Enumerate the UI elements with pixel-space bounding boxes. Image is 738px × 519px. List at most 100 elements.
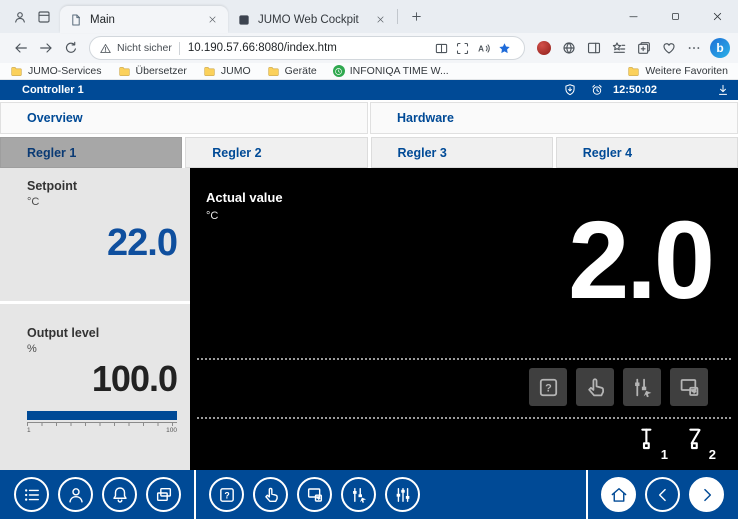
- output-level-unit: %: [27, 343, 177, 355]
- sidebar-icon[interactable]: [581, 36, 606, 60]
- output-level-bar: [27, 411, 177, 420]
- screens-overview-button[interactable]: [146, 477, 181, 512]
- copilot-icon[interactable]: b: [710, 38, 730, 58]
- screen-select-button[interactable]: [670, 368, 708, 406]
- tab-title: Main: [90, 14, 204, 26]
- actual-value: 2.0: [568, 206, 712, 316]
- tab-close-icon[interactable]: [372, 12, 388, 28]
- browser-tab-main[interactable]: Main: [60, 6, 228, 33]
- read-aloud-icon[interactable]: A: [473, 38, 494, 58]
- parameter-button[interactable]: [623, 368, 661, 406]
- previous-screen-button[interactable]: [645, 477, 680, 512]
- manual-mode-toolbar-button[interactable]: [253, 477, 288, 512]
- bookmark-folder-jumo-services[interactable]: JUMO-Services: [10, 65, 102, 78]
- tab-separator: [397, 9, 398, 24]
- setpoint-unit: °C: [27, 196, 177, 208]
- tab-title: JUMO Web Cockpit: [258, 14, 372, 26]
- output-level-scale-labels: 1 100: [27, 427, 177, 434]
- parameter-toolbar-button[interactable]: [341, 477, 376, 512]
- app-title: Controller 1: [22, 84, 84, 96]
- actual-value-label: Actual value: [206, 190, 283, 205]
- bookmark-folder-jumo[interactable]: JUMO: [203, 65, 251, 78]
- page-favicon: [68, 12, 83, 27]
- collapse-arrow-icon[interactable]: [716, 83, 730, 97]
- controller-tabs: Regler 1 Regler 2 Regler 3 Regler 4: [0, 137, 738, 168]
- browser-tab-cockpit[interactable]: JUMO Web Cockpit: [228, 6, 396, 33]
- home-button[interactable]: [601, 477, 636, 512]
- page-favicon: [236, 12, 251, 27]
- tab-hardware[interactable]: Hardware: [370, 102, 738, 134]
- not-secure-warning-icon: [99, 42, 112, 55]
- tab-strip: Main JUMO Web Cockpit: [60, 0, 428, 33]
- tab-regler-1[interactable]: Regler 1: [0, 137, 182, 168]
- minimize-button[interactable]: [612, 0, 654, 33]
- address-bar[interactable]: Nicht sicher 10.190.57.66:8080/index.htm…: [89, 36, 525, 60]
- favorite-star-icon[interactable]: [494, 38, 515, 58]
- close-button[interactable]: [696, 0, 738, 33]
- profile-icon[interactable]: [8, 5, 32, 29]
- actual-value-panel: Actual value °C 2.0 ?: [190, 168, 738, 470]
- split-screen-icon[interactable]: [431, 38, 452, 58]
- user-button[interactable]: [58, 477, 93, 512]
- other-favorites[interactable]: Weitere Favoriten: [627, 65, 728, 78]
- next-screen-button[interactable]: [689, 477, 724, 512]
- actual-value-unit: °C: [206, 210, 218, 222]
- left-panel: Setpoint °C 22.0 Output level % 100.0 1 …: [0, 168, 190, 470]
- tab-actions-icon[interactable]: [32, 5, 56, 29]
- toolbar-divider: [586, 470, 588, 519]
- manual-mode-button[interactable]: [576, 368, 614, 406]
- browser-toolbar: Nicht sicher 10.190.57.66:8080/index.htm…: [0, 33, 738, 63]
- output-level-label: Output level: [27, 326, 177, 340]
- tab-close-icon[interactable]: [204, 12, 220, 28]
- maximize-button[interactable]: [654, 0, 696, 33]
- window-controls: [612, 0, 738, 33]
- forward-button[interactable]: [33, 36, 58, 60]
- svg-text:A: A: [478, 44, 484, 53]
- tab-regler-2[interactable]: Regler 2: [185, 137, 367, 168]
- binary-contact-2-icon: 2: [680, 424, 716, 462]
- back-button[interactable]: [8, 36, 33, 60]
- help-button[interactable]: ?: [529, 368, 567, 406]
- collections-icon[interactable]: [631, 36, 656, 60]
- alarm-clock-icon[interactable]: [590, 83, 604, 97]
- bookmark-infoniqa[interactable]: INFONIQA TIME W...: [333, 65, 449, 77]
- binary-indicator-row: 1 2: [632, 424, 716, 462]
- translate-icon[interactable]: [556, 36, 581, 60]
- svg-text:?: ?: [545, 382, 552, 394]
- output-level-bar-fill: [27, 411, 177, 420]
- bookmark-folder-uebersetzer[interactable]: Übersetzer: [118, 65, 187, 78]
- refresh-button[interactable]: [58, 36, 83, 60]
- favorites-icon[interactable]: [606, 36, 631, 60]
- app-page: Controller 1 12:50:02 Overview Hardware: [0, 80, 738, 519]
- extension-icon[interactable]: [531, 36, 556, 60]
- setpoint-label: Setpoint: [27, 179, 177, 193]
- main-nav-tabs: Overview Hardware: [0, 102, 738, 134]
- browser-essentials-icon[interactable]: [656, 36, 681, 60]
- configuration-toolbar-button[interactable]: [385, 477, 420, 512]
- app-header: Controller 1 12:50:02: [0, 80, 738, 100]
- dotted-divider: [197, 417, 731, 419]
- browser-window: Main JUMO Web Cockpit: [0, 0, 738, 519]
- clock-site-icon: [333, 65, 345, 77]
- dotted-divider: [197, 358, 731, 360]
- bookmark-folder-geraete[interactable]: Geräte: [267, 65, 317, 78]
- alarm-list-button[interactable]: [102, 477, 137, 512]
- screen-select-toolbar-button[interactable]: [297, 477, 332, 512]
- more-options-icon[interactable]: [681, 36, 706, 60]
- panel-button-row: ?: [529, 368, 708, 406]
- tab-overview[interactable]: Overview: [0, 102, 368, 134]
- security-label: Nicht sicher: [117, 42, 172, 54]
- setpoint-section: Setpoint °C 22.0: [0, 168, 190, 301]
- setpoint-value[interactable]: 22.0: [27, 224, 177, 262]
- new-tab-button[interactable]: [404, 5, 428, 29]
- address-divider: [179, 42, 180, 55]
- output-level-section: Output level % 100.0 1 100: [0, 304, 190, 470]
- web-capture-icon[interactable]: [452, 38, 473, 58]
- main-menu-button[interactable]: [14, 477, 49, 512]
- update-shield-icon[interactable]: [563, 83, 577, 97]
- tab-regler-3[interactable]: Regler 3: [371, 137, 553, 168]
- tab-regler-4[interactable]: Regler 4: [556, 137, 738, 168]
- bottom-toolbar: ?: [0, 470, 738, 519]
- controller-content: Setpoint °C 22.0 Output level % 100.0 1 …: [0, 168, 738, 470]
- help-toolbar-button[interactable]: ?: [209, 477, 244, 512]
